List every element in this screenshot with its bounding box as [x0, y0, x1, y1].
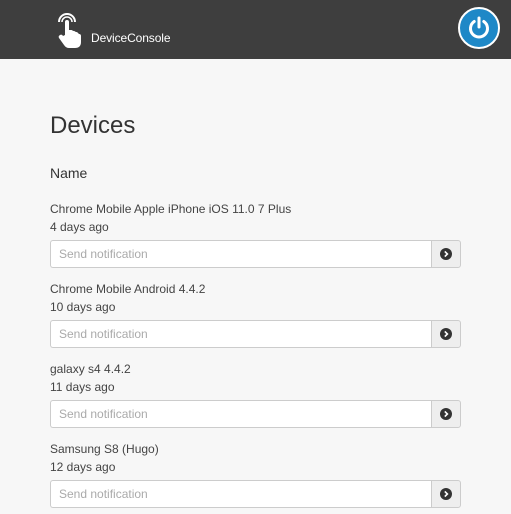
- notification-input-group: [50, 480, 461, 508]
- send-notification-input[interactable]: [50, 400, 431, 428]
- device-name: Chrome Mobile Apple iPhone iOS 11.0 7 Pl…: [50, 202, 292, 216]
- power-icon: [469, 16, 489, 39]
- page-title: Devices: [50, 112, 136, 139]
- touch-hand-icon: [58, 13, 81, 48]
- device-last-seen: 11 days ago: [50, 380, 115, 394]
- arrow-right-circle-icon: [440, 488, 452, 500]
- send-notification-button[interactable]: [431, 240, 461, 268]
- device-name: Chrome Mobile Android 4.4.2: [50, 282, 206, 296]
- arrow-right-circle-icon: [440, 328, 452, 340]
- column-header-name: Name: [50, 165, 88, 181]
- notification-input-group: [50, 240, 461, 268]
- arrow-right-circle-icon: [440, 248, 452, 260]
- notification-input-group: [50, 320, 461, 348]
- arrow-right-circle-icon: [440, 408, 452, 420]
- send-notification-button[interactable]: [431, 320, 461, 348]
- power-button[interactable]: [458, 7, 500, 49]
- device-last-seen: 4 days ago: [50, 220, 109, 234]
- device-name: galaxy s4 4.4.2: [50, 362, 131, 376]
- send-notification-input[interactable]: [50, 240, 431, 268]
- brand-name: DeviceConsole: [91, 31, 171, 45]
- send-notification-button[interactable]: [431, 480, 461, 508]
- top-navbar: DeviceConsole: [0, 0, 511, 59]
- brand-logo[interactable]: DeviceConsole: [55, 9, 171, 49]
- device-last-seen: 10 days ago: [50, 300, 116, 314]
- device-item: Chrome Mobile Android 4.4.2 10 days ago: [50, 282, 461, 348]
- send-notification-button[interactable]: [431, 400, 461, 428]
- device-item: galaxy s4 4.4.2 11 days ago: [50, 362, 461, 428]
- device-name: Samsung S8 (Hugo): [50, 442, 159, 456]
- notification-input-group: [50, 400, 461, 428]
- device-item: Samsung S8 (Hugo) 12 days ago: [50, 442, 461, 508]
- send-notification-input[interactable]: [50, 320, 431, 348]
- send-notification-input[interactable]: [50, 480, 431, 508]
- device-item: Chrome Mobile Apple iPhone iOS 11.0 7 Pl…: [50, 202, 461, 268]
- device-last-seen: 12 days ago: [50, 460, 116, 474]
